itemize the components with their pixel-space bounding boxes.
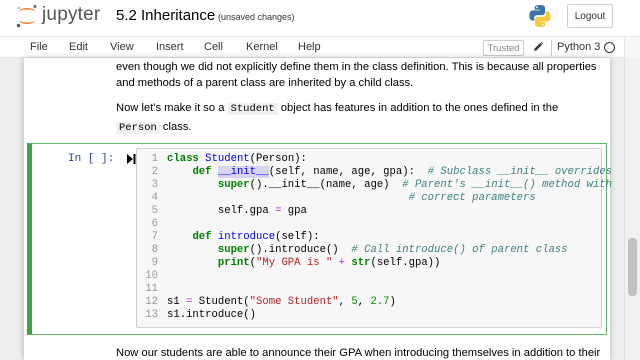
line-number: 7	[151, 231, 158, 243]
notebook-title[interactable]: 5.2 Inheritance	[116, 7, 215, 24]
markdown-text: class.	[162, 121, 192, 133]
menu-edit[interactable]: Edit	[69, 41, 88, 53]
notebook-container[interactable]: even though we did not explicitly define…	[0, 58, 640, 360]
trusted-indicator[interactable]: Trusted	[483, 40, 524, 56]
line-number: 3	[151, 179, 158, 191]
kernel-idle-circle-icon	[604, 42, 615, 53]
menubar-edge	[624, 37, 640, 59]
line-number: 4	[151, 192, 158, 204]
markdown-text: object has features in addition to the o…	[280, 102, 559, 114]
line-number: 10	[145, 270, 158, 282]
menu-insert[interactable]: Insert	[156, 41, 184, 53]
scrollbar-thumb[interactable]	[628, 238, 637, 296]
notebook-page: even though we did not explicitly define…	[24, 58, 612, 360]
line-number: 11	[145, 283, 158, 295]
line-number: 8	[151, 244, 158, 256]
markdown-cell-1[interactable]: even though we did not explicitly define…	[116, 59, 597, 91]
logo-text[interactable]: jupyter	[42, 4, 100, 26]
menu-file[interactable]: File	[30, 41, 48, 53]
markdown-cell-2[interactable]: Now let's make it so a Student object ha…	[116, 100, 558, 136]
line-number: 2	[151, 166, 158, 178]
markdown-paragraph: Now let's make it so a Student object ha…	[116, 100, 558, 117]
markdown-text: Now let's make it so a	[116, 102, 225, 114]
menu-cell[interactable]: Cell	[204, 41, 223, 53]
jupyter-notebook-window: jupyter 5.2 Inheritance (unsaved changes…	[0, 0, 640, 360]
menu-help[interactable]: Help	[298, 41, 321, 53]
line-number: 6	[151, 218, 158, 230]
line-number: 1	[151, 153, 158, 165]
pencil-icon[interactable]	[532, 40, 544, 54]
inline-code: Student	[227, 103, 278, 115]
logout-button[interactable]: Logout	[567, 4, 613, 28]
menubar: File Edit View Insert Cell Kernel Help T…	[0, 36, 640, 59]
kernel-name[interactable]: Python 3	[557, 41, 600, 53]
markdown-text: and methods of a parent class are inheri…	[116, 77, 414, 89]
header: jupyter 5.2 Inheritance (unsaved changes…	[0, 0, 640, 36]
line-number: 9	[151, 257, 158, 269]
inline-code: Person	[116, 122, 160, 134]
menu-kernel[interactable]: Kernel	[246, 41, 278, 53]
menu-view[interactable]: View	[110, 41, 134, 53]
code-editor[interactable]: 1 class Student(Person): 2 def __init__(s…	[136, 148, 612, 328]
run-cell-icon[interactable]	[126, 153, 136, 165]
markdown-text: Now our students are able to announce th…	[116, 347, 601, 359]
python-logo-icon	[529, 5, 551, 27]
line-number: 13	[145, 309, 158, 321]
vertical-scrollbar[interactable]	[624, 58, 640, 360]
input-prompt: In [ ]:	[68, 153, 115, 165]
code-cell-selected[interactable]: In [ ]: 1 class Student(Person): 2 def __…	[27, 143, 612, 335]
line-number: 12	[145, 296, 158, 308]
line-number: 5	[151, 205, 158, 217]
markdown-text: even though we did not explicitly define…	[116, 61, 597, 73]
jupyter-logo-icon[interactable]	[14, 3, 40, 29]
markdown-paragraph: Person class.	[116, 119, 558, 136]
markdown-cell-3[interactable]: Now our students are able to announce th…	[116, 345, 600, 360]
save-status: (unsaved changes)	[218, 12, 295, 22]
kernel-separator	[551, 40, 552, 56]
